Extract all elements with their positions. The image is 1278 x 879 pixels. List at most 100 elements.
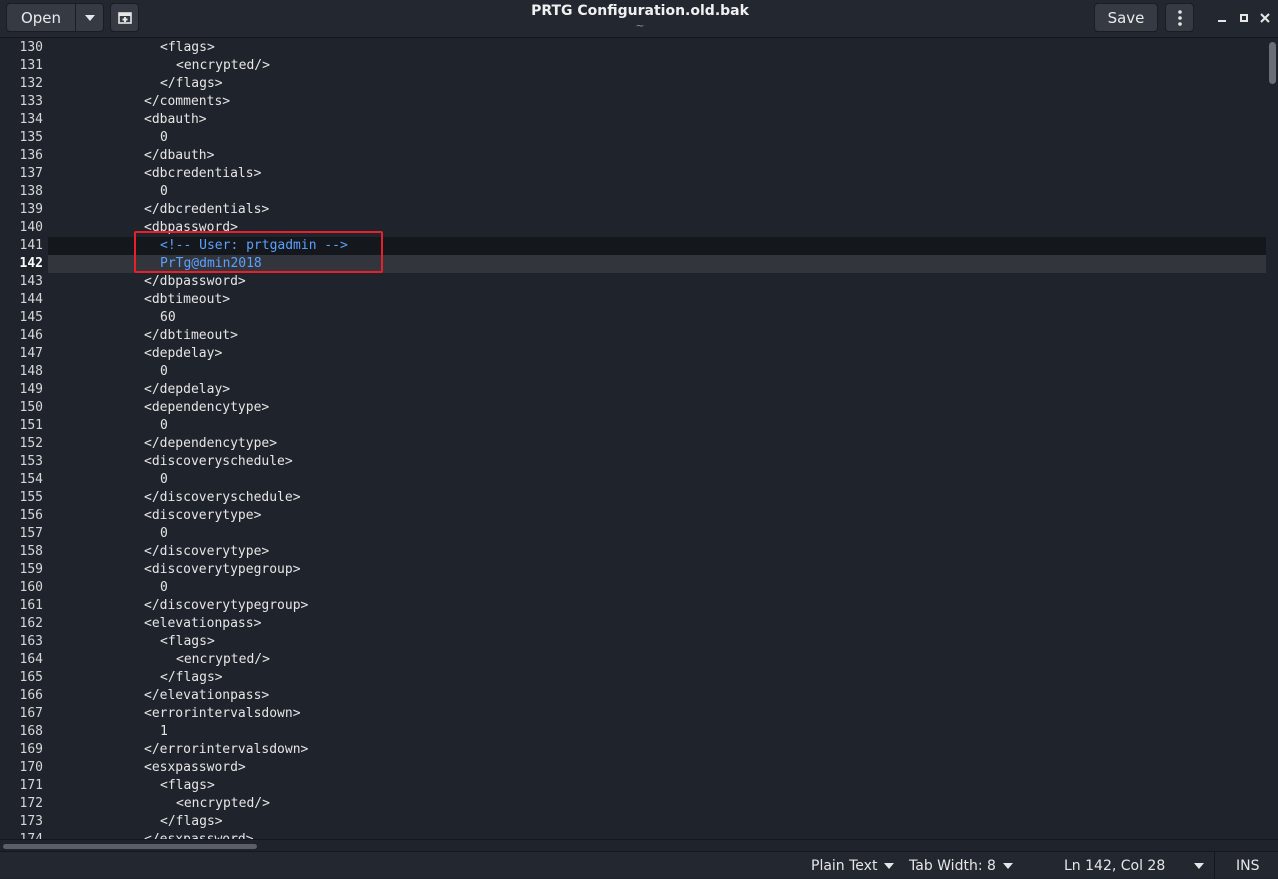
open-menu-button[interactable] bbox=[76, 3, 104, 32]
code-line[interactable]: </elevationpass> bbox=[48, 687, 1266, 705]
annotation-highlight-box bbox=[134, 231, 383, 273]
code-line-text: 0 bbox=[160, 130, 168, 145]
open-button[interactable]: Open bbox=[6, 3, 76, 32]
line-number: 154 bbox=[19, 472, 43, 487]
vertical-scrollbar-thumb[interactable] bbox=[1269, 42, 1276, 84]
code-line[interactable]: <encrypted/> bbox=[48, 795, 1266, 813]
line-number: 131 bbox=[19, 58, 43, 73]
code-line[interactable]: 0 bbox=[48, 183, 1266, 201]
code-line[interactable]: <errorintervalsdown> bbox=[48, 705, 1266, 723]
line-number: 141 bbox=[19, 238, 43, 253]
window-title: PRTG Configuration.old.bak bbox=[531, 3, 749, 19]
code-line-text: </depdelay> bbox=[144, 382, 231, 397]
minimize-icon bbox=[1218, 20, 1226, 22]
status-separator bbox=[1214, 852, 1215, 879]
code-line[interactable]: <discoveryschedule> bbox=[48, 453, 1266, 471]
hamburger-menu-button[interactable] bbox=[1165, 3, 1194, 32]
chevron-down-icon bbox=[1002, 863, 1013, 869]
code-line-text: </elevationpass> bbox=[144, 688, 270, 703]
text-editor[interactable]: 130 131 132 133 134 135 136 137 138 139 140 141 142 1… bbox=[0, 39, 1278, 839]
code-line[interactable]: <flags> bbox=[48, 39, 1266, 57]
line-number: 152 bbox=[19, 436, 43, 451]
code-line[interactable]: 0 bbox=[48, 471, 1266, 489]
code-line[interactable]: <depdelay> bbox=[48, 345, 1266, 363]
close-button[interactable] bbox=[1256, 9, 1274, 27]
line-number: 164 bbox=[19, 652, 43, 667]
line-number: 159 bbox=[19, 562, 43, 577]
kebab-menu-icon bbox=[1177, 9, 1182, 26]
vertical-scrollbar[interactable] bbox=[1266, 39, 1278, 839]
code-line[interactable]: </discoverytype> bbox=[48, 543, 1266, 561]
code-line[interactable]: </flags> bbox=[48, 669, 1266, 687]
code-line[interactable]: </dependencytype> bbox=[48, 435, 1266, 453]
cursor-position-menu[interactable] bbox=[1194, 856, 1204, 876]
code-line[interactable]: 1 bbox=[48, 723, 1266, 741]
code-line-text: <dbauth> bbox=[144, 112, 207, 127]
code-line-text: <dependencytype> bbox=[144, 400, 270, 415]
code-line[interactable]: <encrypted/> bbox=[48, 57, 1266, 75]
code-line[interactable]: <dbtimeout> bbox=[48, 291, 1266, 309]
code-line[interactable]: <elevationpass> bbox=[48, 615, 1266, 633]
line-number: 172 bbox=[19, 796, 43, 811]
chevron-down-icon bbox=[84, 14, 95, 21]
horizontal-scrollbar[interactable] bbox=[0, 839, 1278, 851]
code-line[interactable]: </errorintervalsdown> bbox=[48, 741, 1266, 759]
code-line[interactable]: <discoverytype> bbox=[48, 507, 1266, 525]
code-line-text: </dbpassword> bbox=[144, 274, 246, 289]
new-tab-button[interactable] bbox=[110, 3, 139, 32]
cursor-position-label: Ln 142, Col 28 bbox=[1064, 858, 1166, 874]
save-button[interactable]: Save bbox=[1094, 3, 1158, 32]
code-line[interactable]: </depdelay> bbox=[48, 381, 1266, 399]
insert-mode-indicator[interactable]: INS bbox=[1236, 856, 1260, 876]
tab-width-selector[interactable]: Tab Width: 8 bbox=[909, 856, 1013, 876]
code-line[interactable]: <dbcredentials> bbox=[48, 165, 1266, 183]
code-line[interactable]: 0 bbox=[48, 579, 1266, 597]
minimize-button[interactable] bbox=[1213, 9, 1231, 27]
code-line-text: </esxpassword> bbox=[144, 831, 254, 839]
code-line[interactable]: </dbauth> bbox=[48, 147, 1266, 165]
code-line-text: </errorintervalsdown> bbox=[144, 742, 309, 757]
code-line[interactable]: <discoverytypegroup> bbox=[48, 561, 1266, 579]
chevron-down-icon bbox=[1194, 863, 1204, 869]
code-line[interactable]: </dbpassword> bbox=[48, 273, 1266, 291]
code-line-text: <encrypted/> bbox=[176, 58, 270, 73]
line-number: 166 bbox=[19, 688, 43, 703]
line-number: 148 bbox=[19, 364, 43, 379]
code-line[interactable]: 0 bbox=[48, 363, 1266, 381]
code-line[interactable]: </flags> bbox=[48, 813, 1266, 831]
line-number: 155 bbox=[19, 490, 43, 505]
code-line[interactable]: 0 bbox=[48, 525, 1266, 543]
code-line[interactable]: <flags> bbox=[48, 777, 1266, 795]
line-number: 146 bbox=[19, 328, 43, 343]
code-line-text: 0 bbox=[160, 472, 168, 487]
code-line[interactable]: </dbtimeout> bbox=[48, 327, 1266, 345]
code-line[interactable]: </discoveryschedule> bbox=[48, 489, 1266, 507]
code-line[interactable]: <dbauth> bbox=[48, 111, 1266, 129]
code-line[interactable]: <esxpassword> bbox=[48, 759, 1266, 777]
maximize-button[interactable] bbox=[1235, 9, 1253, 27]
code-line[interactable]: <encrypted/> bbox=[48, 651, 1266, 669]
cursor-position[interactable]: Ln 142, Col 28 bbox=[1064, 856, 1165, 876]
tab-width-label: Tab Width: 8 bbox=[909, 858, 996, 874]
code-line-text: <errorintervalsdown> bbox=[144, 706, 301, 721]
code-line-text: </dbcredentials> bbox=[144, 202, 270, 217]
line-number: 168 bbox=[19, 724, 43, 739]
code-line[interactable]: <flags> bbox=[48, 633, 1266, 651]
code-line[interactable]: </comments> bbox=[48, 93, 1266, 111]
language-selector[interactable]: Plain Text bbox=[811, 856, 895, 876]
code-line[interactable]: </dbcredentials> bbox=[48, 201, 1266, 219]
code-line[interactable]: </discoverytypegroup> bbox=[48, 597, 1266, 615]
code-line[interactable]: </flags> bbox=[48, 75, 1266, 93]
code-line[interactable]: </esxpassword> bbox=[48, 831, 1266, 839]
horizontal-scrollbar-thumb[interactable] bbox=[3, 844, 257, 849]
insert-mode-label: INS bbox=[1236, 858, 1260, 874]
code-line[interactable]: <dependencytype> bbox=[48, 399, 1266, 417]
window-subtitle: ~ bbox=[635, 19, 645, 32]
code-line-text: <depdelay> bbox=[144, 346, 223, 361]
code-line[interactable]: 60 bbox=[48, 309, 1266, 327]
code-line[interactable]: 0 bbox=[48, 417, 1266, 435]
code-line-text: <discoverytypegroup> bbox=[144, 562, 301, 577]
line-number: 171 bbox=[19, 778, 43, 793]
code-line[interactable]: 0 bbox=[48, 129, 1266, 147]
maximize-icon bbox=[1240, 14, 1248, 22]
